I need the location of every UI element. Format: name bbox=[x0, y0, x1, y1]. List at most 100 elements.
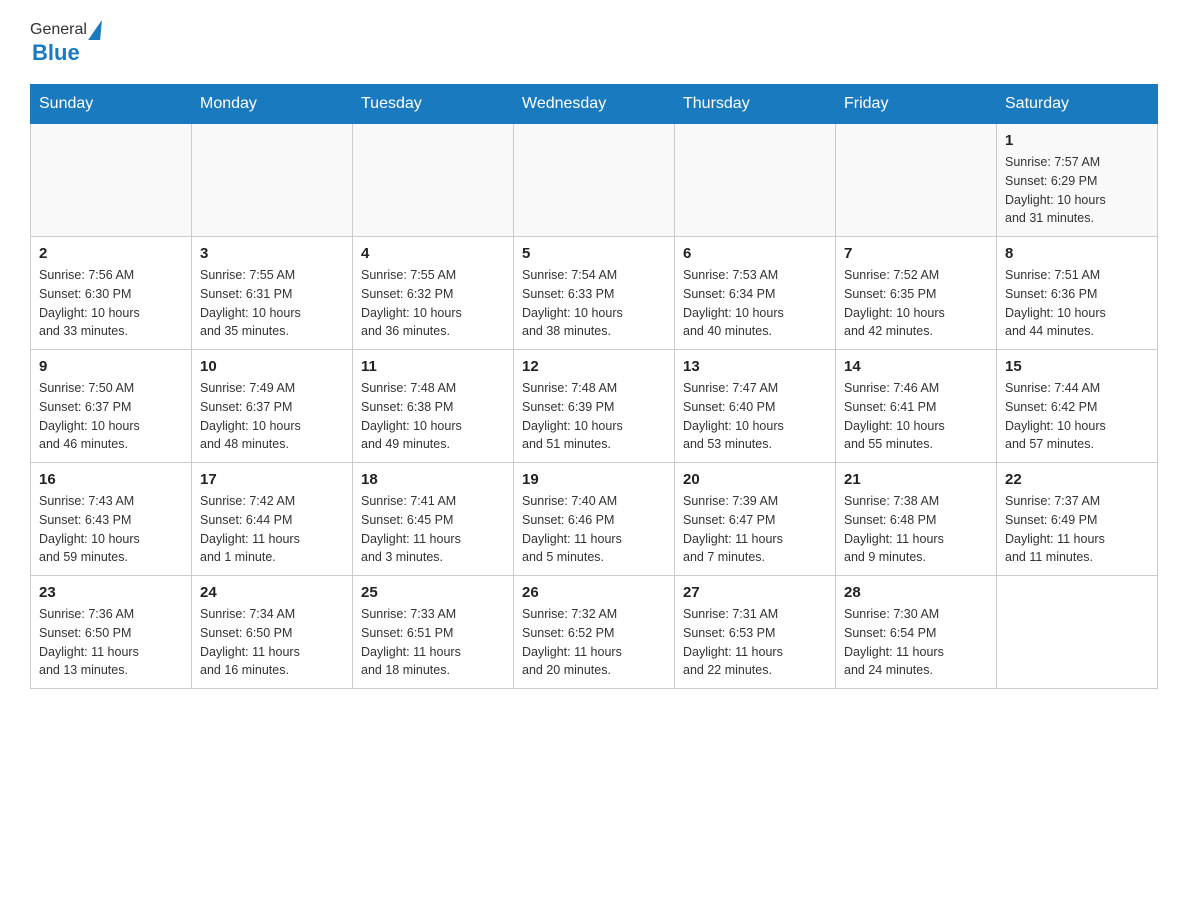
weekday-header-tuesday: Tuesday bbox=[353, 85, 514, 124]
calendar-cell: 7Sunrise: 7:52 AM Sunset: 6:35 PM Daylig… bbox=[836, 237, 997, 350]
calendar-cell bbox=[192, 124, 353, 237]
calendar-cell: 2 Sunrise: 7:56 AM Sunset: 6:30 PM Daylig… bbox=[31, 237, 192, 350]
day-number: 23 bbox=[39, 584, 183, 601]
day-number: 14 bbox=[844, 358, 988, 375]
page-header: General Blue bbox=[30, 20, 1158, 66]
day-info: Sunrise: 7:50 AM Sunset: 6:37 PM Dayligh… bbox=[39, 379, 183, 454]
day-number: 18 bbox=[361, 471, 505, 488]
calendar-cell: 3 Sunrise: 7:55 AM Sunset: 6:31 PM Daylig… bbox=[192, 237, 353, 350]
day-number: 16 bbox=[39, 471, 183, 488]
day-info: Sunrise: 7:55 AM Sunset: 6:31 PM Dayligh… bbox=[200, 266, 344, 341]
calendar-cell: 25 Sunrise: 7:33 AM Sunset: 6:51 PM Dayli… bbox=[353, 576, 514, 689]
calendar-cell bbox=[675, 124, 836, 237]
day-info: Sunrise: 7:32 AM Sunset: 6:52 PM Dayligh… bbox=[522, 605, 666, 680]
week-row-4: 16Sunrise: 7:43 AM Sunset: 6:43 PM Dayli… bbox=[31, 463, 1158, 576]
calendar-cell bbox=[353, 124, 514, 237]
day-info: Sunrise: 7:57 AM Sunset: 6:29 PM Dayligh… bbox=[1005, 153, 1149, 228]
logo: General Blue bbox=[30, 20, 104, 66]
calendar-cell: 20 Sunrise: 7:39 AM Sunset: 6:47 PM Dayli… bbox=[675, 463, 836, 576]
day-info: Sunrise: 7:34 AM Sunset: 6:50 PM Dayligh… bbox=[200, 605, 344, 680]
calendar-cell: 5 Sunrise: 7:54 AM Sunset: 6:33 PM Daylig… bbox=[514, 237, 675, 350]
day-number: 21 bbox=[844, 471, 988, 488]
calendar-cell: 1Sunrise: 7:57 AM Sunset: 6:29 PM Daylig… bbox=[997, 124, 1158, 237]
calendar-cell: 11 Sunrise: 7:48 AM Sunset: 6:38 PM Dayli… bbox=[353, 350, 514, 463]
weekday-header-friday: Friday bbox=[836, 85, 997, 124]
day-number: 11 bbox=[361, 358, 505, 375]
calendar-cell: 18 Sunrise: 7:41 AM Sunset: 6:45 PM Dayli… bbox=[353, 463, 514, 576]
day-number: 25 bbox=[361, 584, 505, 601]
weekday-header-monday: Monday bbox=[192, 85, 353, 124]
week-row-3: 9 Sunrise: 7:50 AM Sunset: 6:37 PM Daylig… bbox=[31, 350, 1158, 463]
day-info: Sunrise: 7:56 AM Sunset: 6:30 PM Dayligh… bbox=[39, 266, 183, 341]
day-info: Sunrise: 7:47 AM Sunset: 6:40 PM Dayligh… bbox=[683, 379, 827, 454]
day-info: Sunrise: 7:41 AM Sunset: 6:45 PM Dayligh… bbox=[361, 492, 505, 567]
logo-triangle-icon bbox=[88, 20, 102, 40]
day-number: 20 bbox=[683, 471, 827, 488]
day-number: 2 bbox=[39, 245, 183, 262]
day-number: 19 bbox=[522, 471, 666, 488]
week-row-5: 23 Sunrise: 7:36 AM Sunset: 6:50 PM Dayli… bbox=[31, 576, 1158, 689]
day-info: Sunrise: 7:55 AM Sunset: 6:32 PM Dayligh… bbox=[361, 266, 505, 341]
calendar-cell: 13 Sunrise: 7:47 AM Sunset: 6:40 PM Dayli… bbox=[675, 350, 836, 463]
day-info: Sunrise: 7:46 AM Sunset: 6:41 PM Dayligh… bbox=[844, 379, 988, 454]
day-info: Sunrise: 7:39 AM Sunset: 6:47 PM Dayligh… bbox=[683, 492, 827, 567]
calendar-cell: 21 Sunrise: 7:38 AM Sunset: 6:48 PM Dayli… bbox=[836, 463, 997, 576]
weekday-header-wednesday: Wednesday bbox=[514, 85, 675, 124]
calendar-cell: 24Sunrise: 7:34 AM Sunset: 6:50 PM Dayli… bbox=[192, 576, 353, 689]
day-info: Sunrise: 7:30 AM Sunset: 6:54 PM Dayligh… bbox=[844, 605, 988, 680]
day-number: 6 bbox=[683, 245, 827, 262]
calendar-cell: 19 Sunrise: 7:40 AM Sunset: 6:46 PM Dayli… bbox=[514, 463, 675, 576]
day-info: Sunrise: 7:33 AM Sunset: 6:51 PM Dayligh… bbox=[361, 605, 505, 680]
calendar-cell: 27 Sunrise: 7:31 AM Sunset: 6:53 PM Dayli… bbox=[675, 576, 836, 689]
day-info: Sunrise: 7:36 AM Sunset: 6:50 PM Dayligh… bbox=[39, 605, 183, 680]
calendar-cell: 8 Sunrise: 7:51 AM Sunset: 6:36 PM Daylig… bbox=[997, 237, 1158, 350]
calendar-cell bbox=[997, 576, 1158, 689]
calendar-cell: 10 Sunrise: 7:49 AM Sunset: 6:37 PM Dayli… bbox=[192, 350, 353, 463]
day-info: Sunrise: 7:44 AM Sunset: 6:42 PM Dayligh… bbox=[1005, 379, 1149, 454]
day-number: 5 bbox=[522, 245, 666, 262]
day-info: Sunrise: 7:42 AM Sunset: 6:44 PM Dayligh… bbox=[200, 492, 344, 567]
weekday-header-sunday: Sunday bbox=[31, 85, 192, 124]
weekday-header-thursday: Thursday bbox=[675, 85, 836, 124]
calendar-cell bbox=[836, 124, 997, 237]
day-info: Sunrise: 7:31 AM Sunset: 6:53 PM Dayligh… bbox=[683, 605, 827, 680]
day-number: 8 bbox=[1005, 245, 1149, 262]
calendar-cell: 17 Sunrise: 7:42 AM Sunset: 6:44 PM Dayli… bbox=[192, 463, 353, 576]
calendar-cell: 6Sunrise: 7:53 AM Sunset: 6:34 PM Daylig… bbox=[675, 237, 836, 350]
day-number: 15 bbox=[1005, 358, 1149, 375]
day-number: 12 bbox=[522, 358, 666, 375]
day-number: 28 bbox=[844, 584, 988, 601]
calendar-cell bbox=[514, 124, 675, 237]
day-number: 27 bbox=[683, 584, 827, 601]
day-number: 9 bbox=[39, 358, 183, 375]
weekday-header-row: SundayMondayTuesdayWednesdayThursdayFrid… bbox=[31, 85, 1158, 124]
day-number: 3 bbox=[200, 245, 344, 262]
day-info: Sunrise: 7:37 AM Sunset: 6:49 PM Dayligh… bbox=[1005, 492, 1149, 567]
day-number: 22 bbox=[1005, 471, 1149, 488]
day-number: 26 bbox=[522, 584, 666, 601]
calendar-cell: 12 Sunrise: 7:48 AM Sunset: 6:39 PM Dayli… bbox=[514, 350, 675, 463]
day-number: 13 bbox=[683, 358, 827, 375]
logo-general-text: General bbox=[30, 21, 87, 39]
day-info: Sunrise: 7:51 AM Sunset: 6:36 PM Dayligh… bbox=[1005, 266, 1149, 341]
day-info: Sunrise: 7:48 AM Sunset: 6:38 PM Dayligh… bbox=[361, 379, 505, 454]
calendar-cell: 22 Sunrise: 7:37 AM Sunset: 6:49 PM Dayli… bbox=[997, 463, 1158, 576]
calendar-table: SundayMondayTuesdayWednesdayThursdayFrid… bbox=[30, 84, 1158, 689]
day-number: 4 bbox=[361, 245, 505, 262]
day-number: 10 bbox=[200, 358, 344, 375]
day-info: Sunrise: 7:54 AM Sunset: 6:33 PM Dayligh… bbox=[522, 266, 666, 341]
calendar-cell: 15 Sunrise: 7:44 AM Sunset: 6:42 PM Dayli… bbox=[997, 350, 1158, 463]
calendar-cell: 26 Sunrise: 7:32 AM Sunset: 6:52 PM Dayli… bbox=[514, 576, 675, 689]
day-info: Sunrise: 7:48 AM Sunset: 6:39 PM Dayligh… bbox=[522, 379, 666, 454]
day-info: Sunrise: 7:38 AM Sunset: 6:48 PM Dayligh… bbox=[844, 492, 988, 567]
day-number: 17 bbox=[200, 471, 344, 488]
week-row-1: 1Sunrise: 7:57 AM Sunset: 6:29 PM Daylig… bbox=[31, 124, 1158, 237]
day-info: Sunrise: 7:49 AM Sunset: 6:37 PM Dayligh… bbox=[200, 379, 344, 454]
day-number: 7 bbox=[844, 245, 988, 262]
day-info: Sunrise: 7:40 AM Sunset: 6:46 PM Dayligh… bbox=[522, 492, 666, 567]
weekday-header-saturday: Saturday bbox=[997, 85, 1158, 124]
calendar-cell bbox=[31, 124, 192, 237]
calendar-cell: 4 Sunrise: 7:55 AM Sunset: 6:32 PM Daylig… bbox=[353, 237, 514, 350]
calendar-cell: 23 Sunrise: 7:36 AM Sunset: 6:50 PM Dayli… bbox=[31, 576, 192, 689]
calendar-cell: 28 Sunrise: 7:30 AM Sunset: 6:54 PM Dayli… bbox=[836, 576, 997, 689]
